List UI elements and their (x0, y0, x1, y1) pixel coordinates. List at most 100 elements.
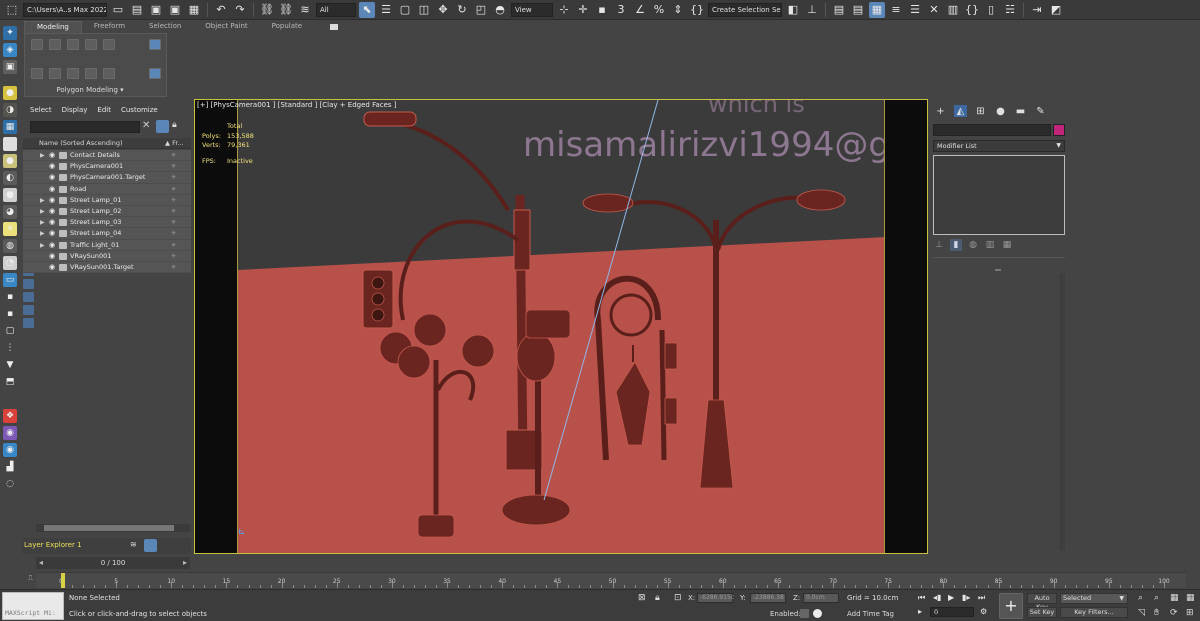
pivot-center-icon[interactable]: ⊹ (556, 2, 572, 18)
edit-named-selection-icon[interactable]: {} (689, 2, 705, 18)
explorer-horizontal-scrollbar[interactable] (36, 524, 190, 532)
visibility-eye-icon[interactable]: ◉ (49, 217, 55, 228)
select-by-name-icon[interactable]: ☰ (378, 2, 394, 18)
object-color-swatch[interactable] (1053, 124, 1065, 136)
field-of-view-icon[interactable]: ◹ (1138, 608, 1145, 618)
display-none-icon[interactable]: ▭ (3, 273, 17, 287)
freeze-toggle-icon[interactable]: ✳ (171, 195, 176, 206)
freeze-toggle-icon[interactable]: ✳ (171, 228, 176, 239)
menu-edit[interactable]: Edit (97, 106, 111, 114)
spinner-snap-icon[interactable]: ⇕ (670, 2, 686, 18)
previous-frame-icon[interactable]: ◂▮ (933, 593, 941, 602)
key-filters-button[interactable]: Key Filters... (1060, 607, 1128, 618)
object-name-field[interactable] (933, 124, 1051, 136)
tab-modeling[interactable]: Modeling (24, 21, 82, 33)
toggle-scene-explorer-icon[interactable]: ▤ (831, 2, 847, 18)
explorer-row[interactable]: ▶ ◉ Street Lamp_01 ✳ (23, 194, 191, 206)
display-tab-icon[interactable]: ▬ (1014, 105, 1027, 117)
key-selection-set-combo[interactable]: Selected ▼ (1060, 593, 1128, 604)
expand-arrow-icon[interactable]: ▶ (40, 150, 45, 161)
shapes-icon[interactable]: ● (3, 188, 17, 202)
absolute-mode-icon[interactable]: ⊡ (674, 593, 682, 603)
visibility-eye-icon[interactable]: ◉ (49, 251, 55, 262)
layer-explorer-name[interactable]: Layer Explorer 1 (24, 539, 124, 551)
go-to-start-icon[interactable]: ⏮ (918, 593, 925, 603)
vertex-mode-icon[interactable] (31, 39, 43, 50)
utilities-tab-icon[interactable]: ✎ (1034, 105, 1047, 117)
current-frame-marker[interactable] (61, 573, 65, 588)
name-column-header[interactable]: Name (Sorted Ascending) (39, 138, 123, 149)
explorer-row[interactable]: ◉ PhysCamera001.Target ✳ (23, 172, 191, 184)
create-tab-icon[interactable]: + (934, 105, 947, 117)
space-warps-icon[interactable]: ◍ (3, 239, 17, 253)
percent-snap-icon[interactable]: % (651, 2, 667, 18)
edge-mode-icon[interactable] (49, 39, 61, 50)
bind-space-warp-icon[interactable]: ≋ (297, 2, 313, 18)
lock-icon[interactable]: 🔒︎ (172, 120, 177, 130)
rotate-icon[interactable]: ↻ (454, 2, 470, 18)
tab-selection[interactable]: Selection (137, 21, 193, 33)
grid-icon[interactable]: ▦ (3, 120, 17, 134)
selection-filter-combo[interactable]: All (316, 2, 356, 17)
visibility-eye-icon[interactable]: ◉ (49, 228, 55, 239)
current-frame-field[interactable]: 0 (930, 607, 974, 617)
show-end-result-icon[interactable]: ▮ (950, 239, 962, 251)
select-object-icon[interactable]: ⬉ (359, 1, 375, 18)
explorer-column-header[interactable]: Name (Sorted Ascending) ▲ Fr... (23, 138, 191, 149)
a360-gallery-icon[interactable]: ⇥ (1029, 2, 1045, 18)
move-icon[interactable]: ✥ (435, 2, 451, 18)
pin-stack-icon[interactable]: ⊥ (933, 239, 945, 251)
save-as-icon[interactable]: ▣ (167, 2, 183, 18)
render-production-icon[interactable]: ▯ (983, 2, 999, 18)
place-icon[interactable]: ◓ (492, 2, 508, 18)
ignore-backfacing-icon[interactable] (149, 39, 161, 50)
menu-customize[interactable]: Customize (121, 106, 158, 114)
traffic-light[interactable] (362, 269, 394, 329)
y-coordinate-field[interactable]: -23886.38 (750, 593, 786, 603)
scrollbar-thumb[interactable] (44, 525, 174, 531)
sort-by-hierarchy-icon[interactable] (144, 539, 157, 552)
zoom-extents-all-icon[interactable]: ▦ (1186, 593, 1195, 603)
material-icon[interactable]: ◉ (3, 426, 17, 440)
freeze-toggle-icon[interactable]: ✳ (171, 184, 176, 195)
reset-icon[interactable]: ◑ (3, 103, 17, 117)
zoom-all-icon[interactable]: ⌕ (1154, 593, 1159, 603)
explorer-row[interactable]: ▶ ◉ Contact Details ✳ (23, 150, 191, 162)
display-all-icon[interactable] (23, 292, 34, 303)
tab-freeform[interactable]: Freeform (82, 21, 137, 33)
statistics-icon[interactable]: ▟ (3, 460, 17, 474)
viewport-layout-icon[interactable]: ▣ (3, 60, 17, 74)
z-coordinate-field[interactable]: 0.0cm (803, 593, 839, 603)
panel-grip[interactable] (995, 269, 1001, 271)
snaps-toggle-icon[interactable]: 3 (613, 2, 629, 18)
time-configuration-icon[interactable]: ⚙︎ (980, 607, 987, 616)
freeze-toggle-icon[interactable]: ✳ (171, 262, 176, 273)
visibility-eye-icon[interactable]: ◉ (49, 262, 55, 273)
layers-stack-icon[interactable]: ≋ (130, 540, 142, 551)
filter-icon[interactable]: ▪ (3, 290, 17, 304)
box-icon[interactable] (3, 137, 17, 151)
expand-arrow-icon[interactable]: ▶ (40, 228, 45, 239)
expand-arrow-icon[interactable]: ▶ (40, 195, 45, 206)
command-panel-scrollbar[interactable] (1061, 273, 1065, 551)
add-time-tag-button[interactable]: Add Time Tag (847, 610, 894, 618)
keyboard-shortcut-icon[interactable]: ▪ (594, 2, 610, 18)
modifier-list-dropdown[interactable]: Modifier List ▼ (933, 140, 1065, 152)
help-icon[interactable]: ◌ (3, 477, 17, 491)
enabled-indicator-icon[interactable] (813, 609, 822, 618)
visibility-eye-icon[interactable]: ◉ (49, 184, 55, 195)
systems-icon[interactable]: ◔ (3, 256, 17, 270)
explorer-row[interactable]: ◉ PhysCamera001 ✳ (23, 161, 191, 173)
explorer-row[interactable]: ▶ ◉ Street Lamp_03 ✳ (23, 217, 191, 229)
unlink-icon[interactable]: ⛓ (278, 2, 294, 18)
remove-modifier-icon[interactable]: ▥ (984, 239, 996, 251)
track-bar-toggle-icon[interactable]: ⎍ (28, 574, 33, 583)
play-icon[interactable]: ▶ (948, 593, 954, 602)
camera-icon[interactable]: ◐ (3, 171, 17, 185)
freeze-toggle-icon[interactable]: ✳ (171, 206, 176, 217)
set-key-button[interactable]: Set Key (1027, 607, 1057, 618)
isolate-selection-icon[interactable]: ⊠ (638, 593, 646, 603)
visibility-eye-icon[interactable]: ◉ (49, 172, 55, 183)
mirror-icon[interactable]: ◧ (785, 2, 801, 18)
save-file-icon[interactable]: ▣ (148, 2, 164, 18)
